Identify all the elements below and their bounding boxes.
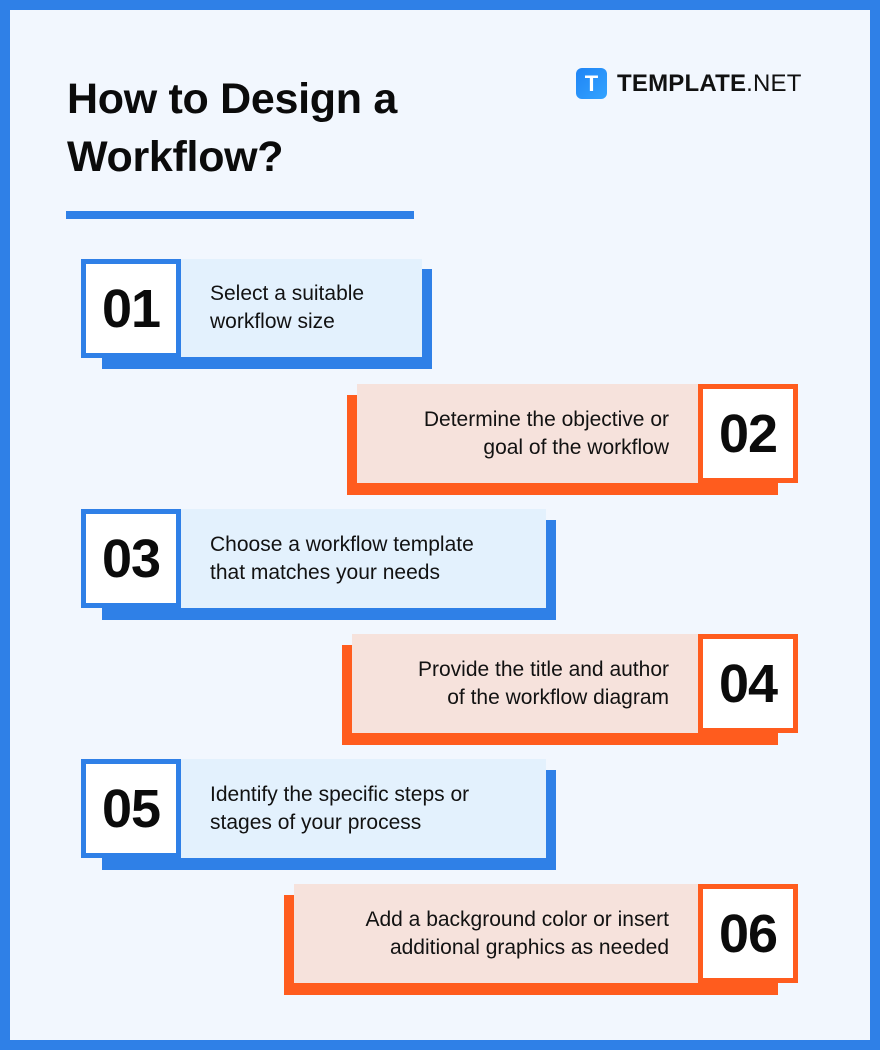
brand-logo: T TEMPLATE.NET — [576, 68, 802, 99]
step-text-panel: Identify the specific steps or stages of… — [180, 759, 546, 858]
step-text-line: of the workflow diagram — [447, 685, 669, 709]
step-text-line: Identify the specific steps or — [210, 782, 470, 806]
step-text-line: Select a suitable — [210, 282, 365, 305]
step-number: 01 — [81, 259, 181, 358]
step-text-line: stages of your process — [210, 810, 422, 834]
step-text-panel: Determine the objective or goal of the w… — [357, 384, 699, 483]
brand-name-light: .NET — [746, 69, 802, 97]
step-text-line: goal of the workflow — [483, 435, 669, 459]
page-title: How to Design a Workflow? — [67, 75, 397, 181]
step-number: 02 — [698, 384, 798, 483]
step-text-line: Provide the title and author — [418, 657, 669, 681]
brand-name: TEMPLATE.NET — [617, 70, 802, 98]
step-number: 05 — [81, 759, 181, 858]
step-description: Identify the specific steps or stages of… — [210, 781, 469, 837]
step-text-line: that matches your needs — [210, 560, 440, 584]
step-description: Select a suitable workflow size — [210, 280, 364, 336]
step-description: Provide the title and author of the work… — [418, 656, 669, 712]
step-text-panel: Choose a workflow template that matches … — [180, 509, 546, 608]
step-text-line: additional graphics as needed — [389, 935, 669, 959]
step-description: Determine the objective or goal of the w… — [424, 406, 669, 462]
template-logo-icon: T — [576, 68, 607, 99]
step-text-line: workflow size — [210, 310, 335, 333]
step-text-line: Choose a workflow template — [210, 532, 474, 556]
step-number: 04 — [698, 634, 798, 733]
step-text-line: Add a background color or insert — [365, 907, 669, 931]
brand-name-bold: TEMPLATE — [617, 69, 747, 97]
step-description: Add a background color or insert additio… — [365, 906, 669, 962]
step-text-panel: Select a suitable workflow size — [180, 259, 422, 357]
step-text-panel: Provide the title and author of the work… — [352, 634, 699, 733]
step-number: 03 — [81, 509, 181, 608]
step-text-panel: Add a background color or insert additio… — [294, 884, 699, 983]
step-number: 06 — [698, 884, 798, 983]
title-underline — [66, 211, 414, 219]
step-description: Choose a workflow template that matches … — [210, 531, 474, 587]
step-text-line: Determine the objective or — [423, 407, 669, 431]
